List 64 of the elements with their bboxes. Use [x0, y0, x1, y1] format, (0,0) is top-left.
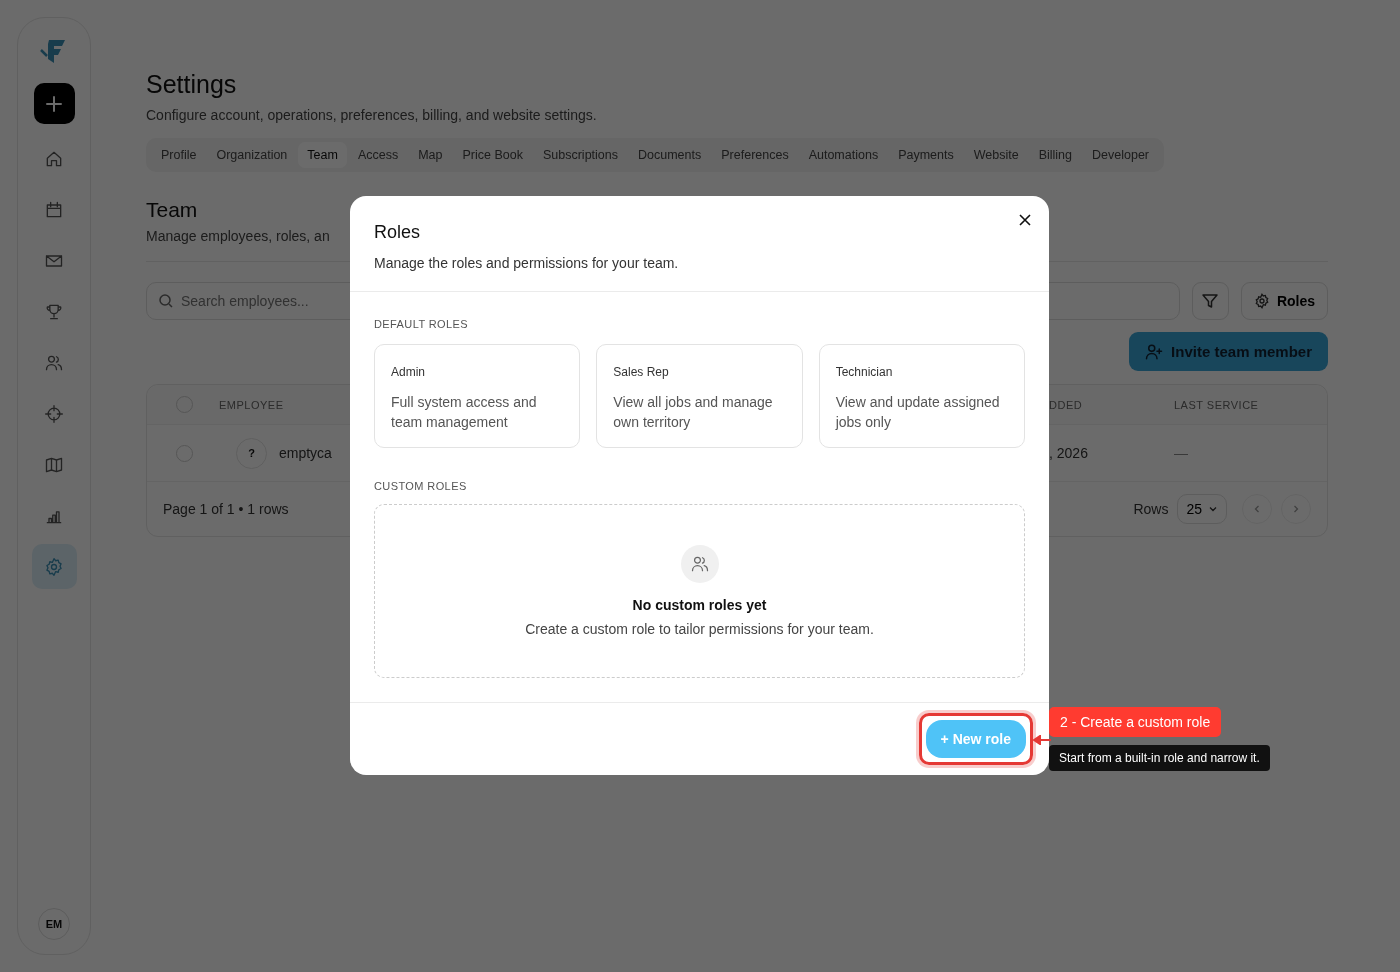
role-name: Sales Rep	[613, 365, 670, 379]
column-header: DDED	[1049, 398, 1083, 411]
roles-button[interactable]: Roles	[1240, 282, 1328, 320]
tab[interactable]: Developer	[1083, 142, 1158, 168]
tab[interactable]: Website	[964, 142, 1028, 168]
tooltip: Start from a built-in role and narrow it.	[1049, 745, 1270, 771]
column-header: EMPLOYEE	[219, 398, 284, 411]
role-name: Technician	[835, 365, 894, 379]
column-header: LAST SERVICE	[1174, 398, 1259, 411]
new-role-button[interactable]: + New role	[925, 720, 1026, 758]
tab[interactable]: Team	[298, 142, 347, 168]
table-cell: —	[1174, 445, 1188, 461]
calendar-icon	[44, 199, 64, 220]
empty-state-text: Create a custom role to tailor permissions for your team.	[525, 621, 874, 637]
settings-icon	[1253, 293, 1270, 309]
tab[interactable]: Preferences	[712, 142, 798, 168]
role-description: Full system access and team management	[391, 393, 538, 432]
empty-state-title: No custom roles yet	[632, 597, 767, 613]
annotation-label: 2 - Create a custom role	[1049, 707, 1222, 737]
filter-button[interactable]	[1191, 282, 1229, 320]
dialog-subtitle: Manage the roles and permissions for your team.	[374, 255, 680, 271]
tab[interactable]: Profile	[152, 142, 206, 168]
pagination-info: Page 1 of 1 • 1 rows	[163, 501, 289, 517]
tab[interactable]: Map	[409, 142, 452, 168]
tab[interactable]: Payments	[889, 142, 963, 168]
search-icon	[158, 293, 174, 309]
table-cell: emptyca	[279, 445, 332, 461]
tab[interactable]: Access	[348, 142, 408, 168]
add-button[interactable]	[33, 83, 75, 124]
role-card[interactable]: Admin Full system access and team management	[374, 344, 581, 448]
table-cell: , 2026	[1049, 445, 1088, 461]
chevron-left-icon	[1252, 504, 1262, 514]
page-size-select[interactable]: 25	[1177, 494, 1227, 524]
dialog-title: Roles	[374, 222, 422, 243]
close-button[interactable]	[1017, 212, 1033, 228]
role-name: Admin	[391, 365, 426, 379]
role-description: View all jobs and manage own territory	[613, 393, 774, 432]
role-description: View and update assigned jobs only	[835, 393, 1001, 432]
section-subtitle: Manage employees, roles, an	[146, 228, 330, 244]
chevron-right-icon	[1291, 504, 1301, 514]
tab[interactable]: Price Book	[453, 142, 532, 168]
tab[interactable]: Subscriptions	[533, 142, 627, 168]
chevron-down-icon	[1208, 504, 1218, 514]
role-card[interactable]: Technician View and update assigned jobs only	[818, 344, 1025, 448]
tab[interactable]: Billing	[1029, 142, 1082, 168]
tab[interactable]: Automations	[799, 142, 888, 168]
add-user-icon	[1145, 342, 1164, 361]
filter-icon	[1201, 292, 1220, 310]
settings-icon	[44, 556, 64, 577]
target-icon	[44, 403, 64, 424]
tab[interactable]: Documents	[629, 142, 711, 168]
invite-button[interactable]: Invite team member	[1129, 332, 1328, 371]
section-label: DEFAULT ROLES	[374, 318, 470, 330]
section-title: Team	[146, 198, 198, 222]
nav-item[interactable]	[31, 544, 77, 589]
page-subtitle: Configure account, operations, preferences, billing, and website settings.	[146, 107, 598, 123]
section-label: CUSTOM ROLES	[374, 480, 468, 492]
page-title: Settings	[146, 70, 238, 99]
tab[interactable]: Organization	[207, 142, 297, 168]
users-icon	[680, 545, 719, 583]
rows-label: Rows	[1133, 501, 1169, 517]
role-card[interactable]: Sales Rep View all jobs and manage own territory	[596, 344, 803, 448]
plus-icon	[45, 94, 63, 113]
close-icon	[1019, 214, 1031, 226]
